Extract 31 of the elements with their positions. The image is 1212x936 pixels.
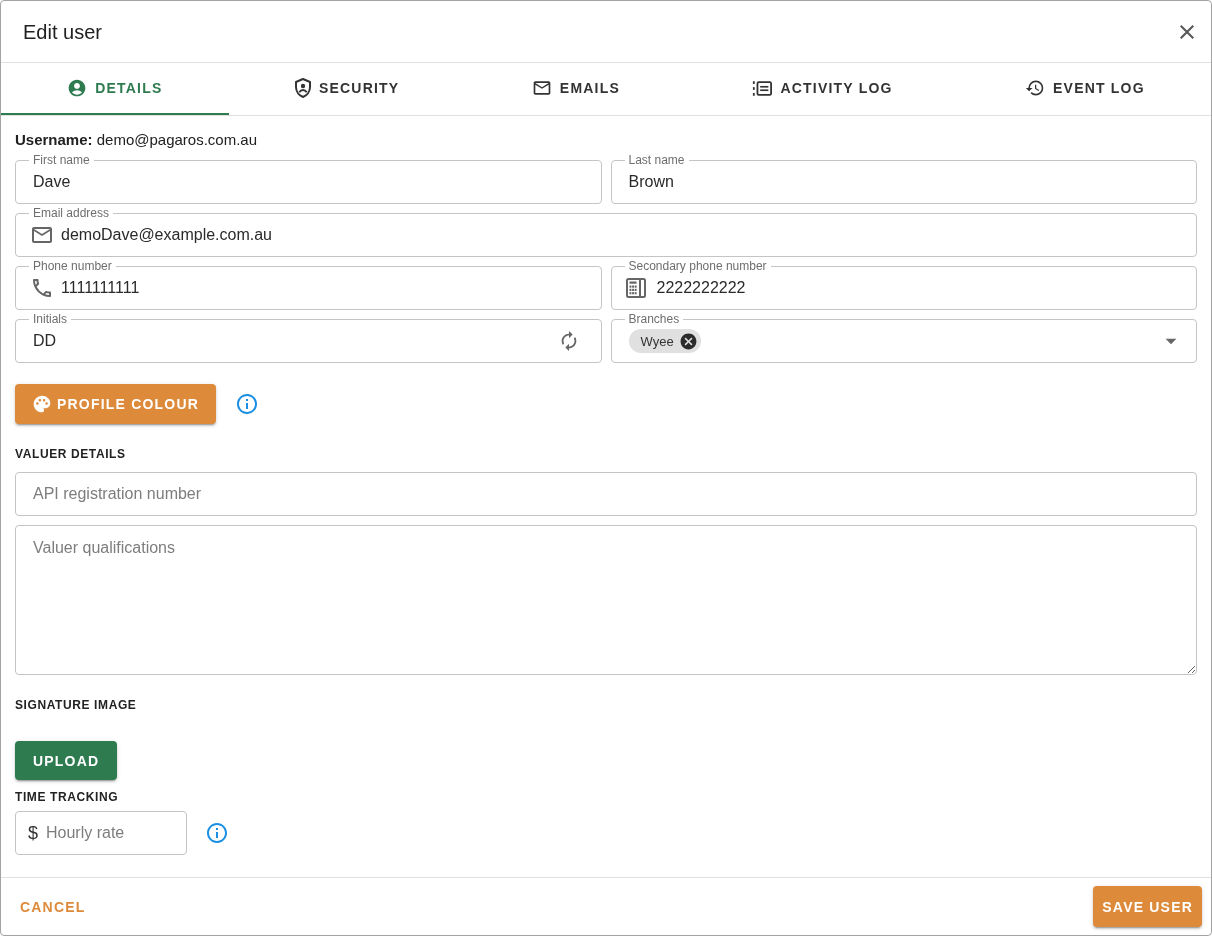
section-heading: TIME TRACKING bbox=[15, 790, 120, 804]
tab[interactable]: ACTIVITY LOG bbox=[686, 63, 959, 115]
tag-label: Wyee bbox=[640, 333, 674, 349]
mail-icon bbox=[531, 78, 552, 98]
info-icon[interactable] bbox=[205, 821, 229, 845]
list-icon bbox=[752, 79, 773, 97]
phone-icon bbox=[30, 276, 54, 300]
shield-person-icon bbox=[295, 78, 311, 98]
fax-icon bbox=[625, 278, 646, 298]
tab[interactable]: EMAILS bbox=[465, 63, 687, 115]
qualifications-field[interactable]: Valuer qualifications bbox=[15, 525, 1197, 675]
currency-prefix: $ bbox=[28, 823, 38, 843]
palette-icon bbox=[32, 394, 52, 414]
upload-button[interactable]: UPLOAD bbox=[15, 741, 118, 780]
field-label: Email address bbox=[29, 206, 114, 220]
tab[interactable]: DETAILS bbox=[1, 63, 229, 115]
clock-arrow-icon bbox=[1025, 78, 1046, 98]
tab[interactable]: SECURITY bbox=[228, 63, 466, 115]
field-label: Last name bbox=[624, 153, 689, 167]
field-label: Initials bbox=[29, 312, 71, 326]
field-label: Branches bbox=[624, 312, 684, 326]
info-icon[interactable] bbox=[235, 392, 260, 416]
section-heading: SIGNATURE IMAGE bbox=[15, 698, 138, 712]
section-heading: VALUER DETAILS bbox=[15, 447, 127, 461]
dialog-title: Edit user bbox=[23, 19, 102, 44]
registration-number-field[interactable]: API registration number bbox=[15, 472, 1197, 516]
field-label: Secondary phone number bbox=[624, 259, 771, 273]
field-label: First name bbox=[29, 153, 94, 167]
field-label: Phone number bbox=[29, 259, 116, 273]
username-text: Username: demo@pagaros.com.au bbox=[15, 131, 259, 149]
tab[interactable]: EVENT LOG bbox=[958, 63, 1211, 115]
